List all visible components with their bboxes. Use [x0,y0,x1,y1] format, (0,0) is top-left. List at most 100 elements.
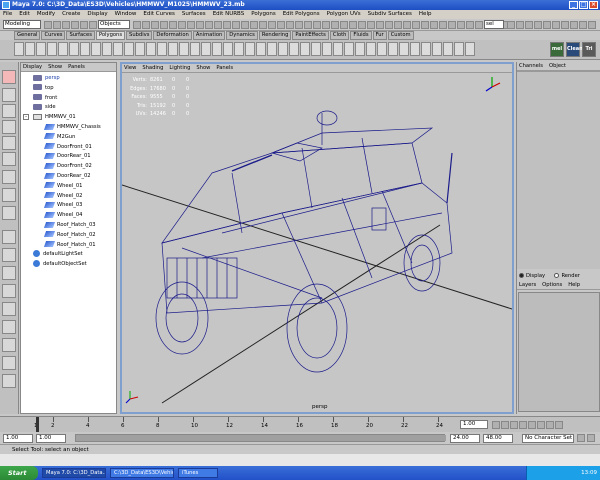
status-line-tool-icon[interactable] [89,21,97,29]
outliner-item[interactable]: HMMWV_Chassis [43,123,101,132]
shelf-tab-animation[interactable]: Animation [192,31,226,40]
status-line-tool-icon[interactable] [349,21,357,29]
polygon-tool-icon[interactable] [58,42,68,56]
tri-shelf-button[interactable]: Tri [582,42,596,57]
polygon-tool-icon[interactable] [267,42,277,56]
layout-split-icon[interactable] [2,266,16,280]
shelf-tab-rendering[interactable]: Rendering [258,31,292,40]
menu-help[interactable]: Help [419,10,432,19]
outliner-item[interactable]: persp [33,74,60,83]
status-line-tool-icon[interactable] [358,21,366,29]
polygon-tool-icon[interactable] [14,42,24,56]
tab-channels[interactable]: Channels [519,62,543,70]
start-button[interactable]: Start [0,466,38,480]
status-line-tool-icon[interactable] [457,21,465,29]
polygon-tool-icon[interactable] [113,42,123,56]
outliner-item[interactable]: defaultLightSet [33,250,83,259]
outliner-item[interactable]: defaultObjectSet [33,260,87,269]
status-line-tool-icon[interactable] [268,21,276,29]
layout-four-icon[interactable] [2,248,16,262]
status-line-tool-icon[interactable] [412,21,420,29]
viewport-menu-view[interactable]: View [124,64,136,72]
layer-menu-help[interactable]: Help [568,281,580,289]
polygon-tool-icon[interactable] [91,42,101,56]
lasso-tool-icon[interactable] [2,88,16,102]
status-line-tool-icon[interactable] [259,21,267,29]
taskbar-item[interactable]: Maya 7.0: C:\3D_Data... [42,468,106,478]
polygon-tool-icon[interactable] [388,42,398,56]
layout-extra-icon[interactable] [2,374,16,388]
outliner-item[interactable]: Wheel_02 [43,192,82,201]
status-line-tool-icon[interactable] [44,21,52,29]
status-line-tool-icon[interactable] [205,21,213,29]
layer-menu-layers[interactable]: Layers [519,281,536,289]
viewport-menu-panels[interactable]: Panels [216,64,233,72]
character-set-dropdown[interactable]: No Character Set [522,434,574,443]
status-line-tool-icon[interactable] [322,21,330,29]
outliner-item[interactable]: HMMWV_01 [33,113,76,122]
outliner-menu-show[interactable]: Show [48,63,62,71]
viewport-menu-shading[interactable]: Shading [142,64,163,72]
shelf-tab-curves[interactable]: Curves [41,31,66,40]
status-line-tool-icon[interactable] [151,21,159,29]
maximize-button[interactable]: □ [579,1,588,9]
paint-select-icon[interactable] [2,104,16,118]
status-line-tool-icon[interactable] [403,21,411,29]
polygon-tool-icon[interactable] [168,42,178,56]
status-line-tool-icon[interactable] [295,21,303,29]
shelf-tab-polygons[interactable]: Polygons [95,31,126,40]
status-line-tool-icon[interactable] [439,21,447,29]
shelf-tab-cloth[interactable]: Cloth [329,31,350,40]
quick-select-field[interactable]: sel [484,20,504,29]
polygon-tool-icon[interactable] [289,42,299,56]
layout-outliner-icon[interactable] [2,284,16,298]
status-line-tool-icon[interactable] [385,21,393,29]
outliner-item[interactable]: Wheel_01 [43,182,82,191]
menu-set-dropdown[interactable]: Modeling [3,20,41,29]
expand-toggle[interactable]: - [23,114,29,121]
polygon-tool-icon[interactable] [102,42,112,56]
status-line-tool-icon[interactable] [223,21,231,29]
taskbar-item[interactable]: iTunes [178,468,218,478]
status-line-tool-icon[interactable] [142,21,150,29]
playback-start-field[interactable]: 1.00 [36,434,66,443]
polygon-tool-icon[interactable] [69,42,79,56]
status-line-tool-icon[interactable] [214,21,222,29]
polygon-tool-icon[interactable] [410,42,420,56]
layout-hypershade-icon[interactable] [2,320,16,334]
range-slider-thumb[interactable] [76,435,446,441]
outliner-item[interactable]: side [33,103,56,112]
outliner-item[interactable]: Roof_Hatch_01 [43,241,96,250]
status-line-tool-icon[interactable] [62,21,70,29]
select-tool-icon[interactable] [2,70,16,84]
status-line-tool-icon[interactable] [588,21,596,29]
status-line-tool-icon[interactable] [475,21,483,29]
shelf-tab-painteffects[interactable]: PaintEffects [292,31,329,40]
polygon-tool-icon[interactable] [36,42,46,56]
rotate-tool-icon[interactable] [2,136,16,150]
status-line-tool-icon[interactable] [340,21,348,29]
polygon-tool-icon[interactable] [333,42,343,56]
current-time-field[interactable]: 1.00 [460,420,488,429]
shelf-tab-surfaces[interactable]: Surfaces [66,31,95,40]
polygon-tool-icon[interactable] [256,42,266,56]
step-forward-icon[interactable] [546,421,554,429]
status-line-tool-icon[interactable] [507,21,515,29]
scale-tool-icon[interactable] [2,152,16,166]
status-line-tool-icon[interactable] [430,21,438,29]
hmmwv-wireframe[interactable] [155,110,453,373]
status-line-tool-icon[interactable] [178,21,186,29]
polygon-tool-icon[interactable] [366,42,376,56]
menu-polygon-uvs[interactable]: Polygon UVs [327,10,361,19]
step-back-icon[interactable] [501,421,509,429]
status-line-tool-icon[interactable] [394,21,402,29]
status-line-tool-icon[interactable] [160,21,168,29]
polygon-tool-icon[interactable] [245,42,255,56]
polygon-tool-icon[interactable] [157,42,167,56]
minimize-button[interactable]: _ [569,1,578,9]
soft-mod-icon[interactable] [2,188,16,202]
outliner-item[interactable]: DoorFront_02 [43,162,92,171]
menu-edit-polygons[interactable]: Edit Polygons [283,10,320,19]
status-line-tool-icon[interactable] [525,21,533,29]
outliner-item[interactable]: front [33,94,57,103]
